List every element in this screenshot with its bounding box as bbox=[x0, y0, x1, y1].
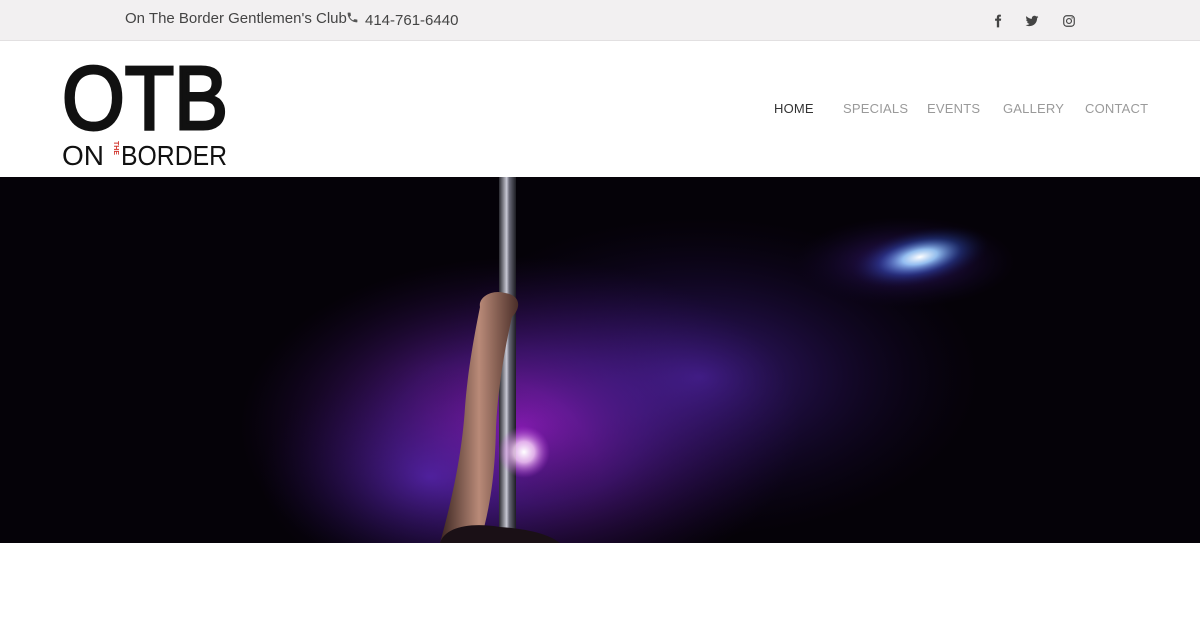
club-name: On The Border Gentlemen's Club bbox=[125, 10, 347, 27]
logo-border-text: BORDER bbox=[121, 140, 227, 168]
nav-gallery[interactable]: GALLERY bbox=[1003, 101, 1064, 116]
nav-contact[interactable]: CONTACT bbox=[1085, 101, 1148, 116]
logo-the-text: THE bbox=[112, 141, 119, 155]
phone-number[interactable]: 414-761-6440 bbox=[365, 12, 458, 29]
hero-banner bbox=[0, 177, 1200, 543]
instagram-icon[interactable] bbox=[1060, 12, 1078, 30]
otb-logo[interactable]: OTB ON THE BORDER bbox=[61, 48, 232, 172]
logo-otb-text: OTB bbox=[62, 53, 228, 149]
phone-icon bbox=[346, 11, 359, 29]
nav-specials[interactable]: SPECIALS bbox=[843, 101, 908, 116]
phone-contact[interactable]: 414-761-6440 bbox=[346, 10, 458, 30]
facebook-icon[interactable] bbox=[989, 12, 1007, 30]
site-header: OTB ON THE BORDER HOME SPECIALS EVENTS G… bbox=[0, 41, 1200, 177]
twitter-icon[interactable] bbox=[1023, 12, 1041, 30]
hero-photo bbox=[0, 177, 1200, 543]
top-bar: On The Border Gentlemen's Club 414-761-6… bbox=[0, 0, 1200, 41]
nav-events[interactable]: EVENTS bbox=[927, 101, 980, 116]
nav-home[interactable]: HOME bbox=[774, 101, 814, 116]
logo-on-text: ON bbox=[62, 140, 104, 168]
